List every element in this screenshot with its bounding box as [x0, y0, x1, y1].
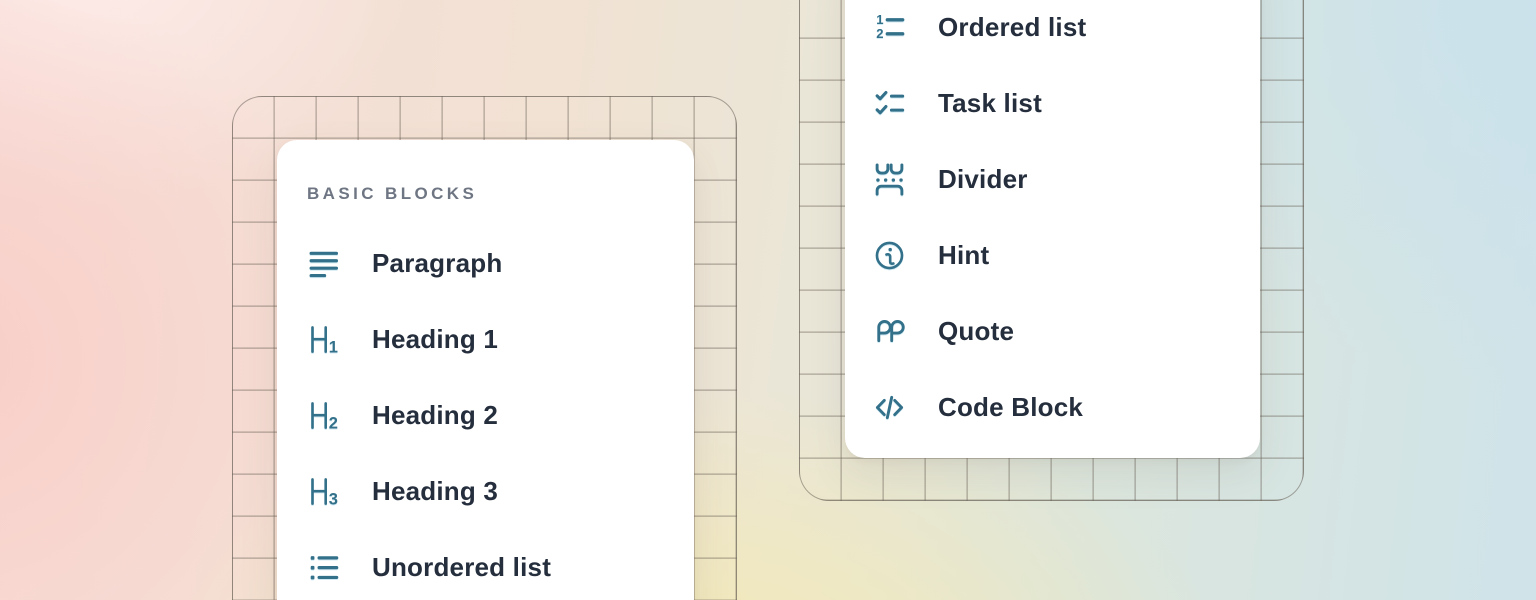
menu-item-ordered-list[interactable]: 12 Ordered list [845, 0, 1260, 65]
menu-item-hint[interactable]: Hint [845, 217, 1260, 293]
svg-text:2: 2 [329, 414, 338, 431]
menu-item-label: Unordered list [372, 552, 551, 583]
menu-item-label: Ordered list [938, 12, 1086, 43]
menu-item-quote[interactable]: Quote [845, 293, 1260, 369]
quote-icon [873, 315, 906, 348]
menu-item-heading-1[interactable]: 1 Heading 1 [277, 301, 694, 377]
svg-text:1: 1 [876, 12, 883, 27]
menu-item-unordered-list[interactable]: Unordered list [277, 529, 694, 600]
heading-2-icon: 2 [307, 399, 340, 432]
menu-item-heading-2[interactable]: 2 Heading 2 [277, 377, 694, 453]
menu-item-heading-3[interactable]: 3 Heading 3 [277, 453, 694, 529]
menu-item-paragraph[interactable]: Paragraph [277, 225, 694, 301]
basic-blocks-menu-list: Paragraph 1 Heading 1 2 Heading 2 3 Head… [277, 225, 694, 600]
unordered-list-icon [307, 551, 340, 584]
menu-item-label: Quote [938, 316, 1014, 347]
menu-item-label: Heading 2 [372, 400, 498, 431]
basic-blocks-section-label: BASIC BLOCKS [307, 184, 694, 204]
hint-icon [873, 239, 906, 272]
menu-item-divider[interactable]: Divider [845, 141, 1260, 217]
heading-3-icon: 3 [307, 475, 340, 508]
heading-1-icon: 1 [307, 323, 340, 356]
svg-text:3: 3 [329, 490, 338, 507]
svg-text:2: 2 [876, 26, 883, 41]
menu-item-task-list[interactable]: Task list [845, 65, 1260, 141]
menu-item-code-block[interactable]: Code Block [845, 369, 1260, 445]
code-block-icon [873, 391, 906, 424]
menu-item-label: Heading 1 [372, 324, 498, 355]
blocks-menu-card-right: 12 Ordered list Task list Divider Hint Q… [845, 0, 1260, 458]
menu-item-label: Code Block [938, 392, 1083, 423]
menu-item-label: Task list [938, 88, 1042, 119]
hero-background: BASIC BLOCKS Paragraph 1 Heading 1 2 Hea… [0, 0, 1536, 600]
ordered-list-icon: 12 [873, 11, 906, 44]
paragraph-icon [307, 247, 340, 280]
blocks-menu-list-right: 12 Ordered list Task list Divider Hint Q… [845, 0, 1260, 445]
menu-item-label: Hint [938, 240, 989, 271]
svg-text:1: 1 [329, 338, 338, 355]
divider-icon [873, 163, 906, 196]
menu-item-label: Heading 3 [372, 476, 498, 507]
basic-blocks-menu-card: BASIC BLOCKS Paragraph 1 Heading 1 2 Hea… [277, 140, 694, 600]
task-list-icon [873, 87, 906, 120]
menu-item-label: Divider [938, 164, 1028, 195]
menu-item-label: Paragraph [372, 248, 502, 279]
